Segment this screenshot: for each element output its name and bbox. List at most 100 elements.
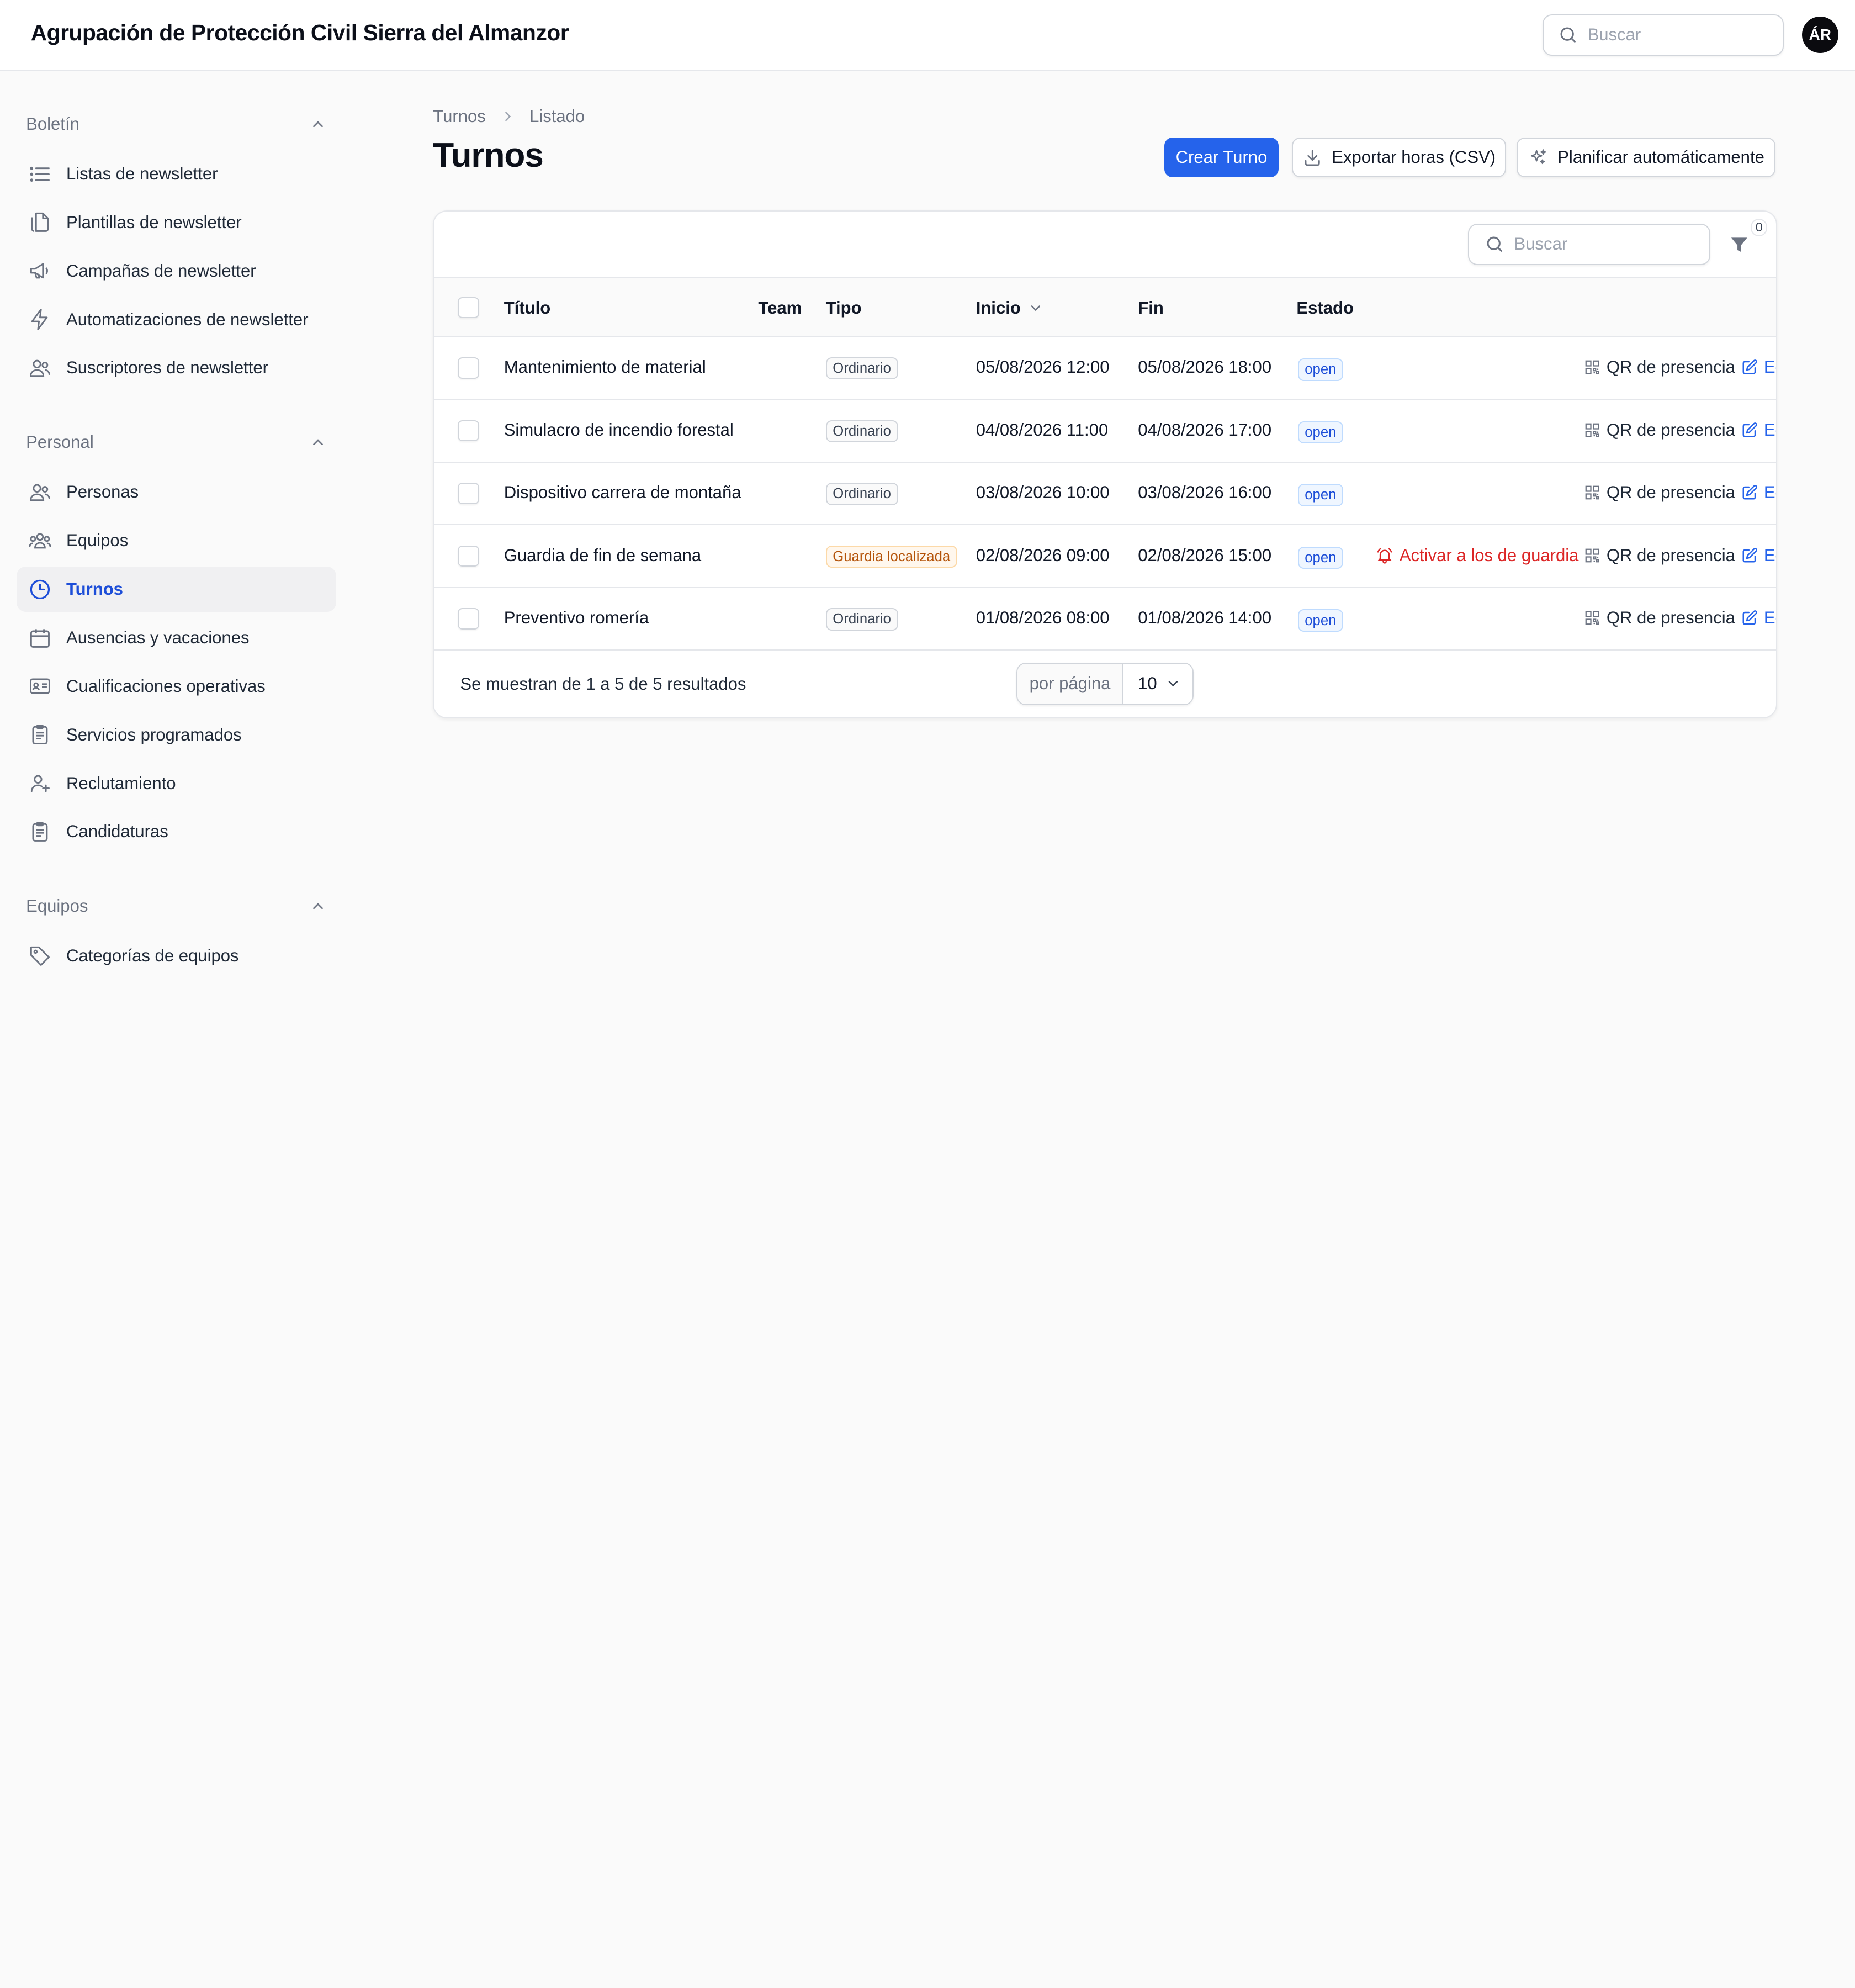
qr-attendance-label: QR de presencia	[1606, 420, 1735, 440]
per-page-value: 10	[1138, 674, 1157, 694]
nav-group-equipos[interactable]: Equipos	[26, 895, 326, 918]
edit-icon	[1742, 359, 1758, 374]
breadcrumb-current: Listado	[529, 106, 585, 126]
sidebar-item-label: Automatizaciones de newsletter	[66, 309, 309, 329]
qr-code-icon	[1585, 485, 1599, 500]
search-icon	[1487, 236, 1502, 252]
table-row[interactable]: Guardia de fin de semana Guardia localiza…	[434, 525, 1776, 588]
per-page-label: por página	[1017, 663, 1124, 704]
row-checkbox[interactable]	[458, 420, 479, 442]
qr-attendance-label: QR de presencia	[1606, 357, 1735, 377]
shift-title[interactable]: Preventivo romería	[504, 608, 649, 628]
column-header-titulo[interactable]: Título	[504, 298, 551, 318]
sidebar-item-ausencias[interactable]: Ausencias y vacaciones	[17, 615, 336, 660]
row-checkbox[interactable]	[458, 357, 479, 379]
shift-start: 04/08/2026 11:00	[976, 420, 1109, 440]
top-bar: Agrupación de Protección Civil Sierra de…	[0, 0, 1855, 71]
column-header-inicio[interactable]: Inicio	[976, 298, 1043, 318]
sparkles-icon	[1530, 149, 1546, 164]
sidebar-item-plantillas-newsletter[interactable]: Plantillas de newsletter	[17, 200, 336, 245]
qr-attendance-action[interactable]: QR de presencia	[1584, 357, 1735, 377]
status-badge: open	[1297, 609, 1344, 632]
qr-attendance-label: QR de presencia	[1606, 545, 1735, 565]
shift-title[interactable]: Simulacro de incendio forestal	[504, 420, 734, 440]
table-row[interactable]: Simulacro de incendio forestal Ordinario 0…	[434, 400, 1776, 463]
shift-type-badge: Ordinario	[825, 483, 898, 505]
global-search[interactable]	[1543, 14, 1784, 56]
edit-label: Ec	[1763, 420, 1776, 440]
chevron-up-icon	[313, 439, 324, 446]
edit-action[interactable]: Ec	[1741, 357, 1776, 377]
clipboard-icon	[27, 722, 53, 748]
global-search-input[interactable]	[1587, 25, 1765, 45]
edit-action[interactable]: Ec	[1741, 483, 1776, 503]
column-header-estado[interactable]: Estado	[1296, 298, 1354, 318]
sidebar-item-label: Personas	[66, 482, 139, 502]
export-hours-button[interactable]: Exportar horas (CSV)	[1291, 137, 1506, 178]
edit-action[interactable]: Ec	[1741, 608, 1776, 628]
table-header: Título Team Tipo Inicio Fin Estado	[434, 278, 1776, 337]
status-badge: open	[1297, 484, 1344, 506]
qr-attendance-action[interactable]: QR de presencia	[1584, 608, 1735, 628]
row-checkbox[interactable]	[458, 545, 479, 567]
search-icon	[1560, 27, 1576, 43]
shift-end: 03/08/2026 16:00	[1138, 483, 1272, 503]
edit-action[interactable]: Ec	[1741, 545, 1776, 565]
shift-title[interactable]: Dispositivo carrera de montaña	[504, 483, 741, 503]
qr-attendance-action[interactable]: QR de presencia	[1584, 546, 1735, 565]
shift-title[interactable]: Guardia de fin de semana	[504, 546, 701, 565]
clipboard-icon	[27, 819, 53, 845]
chevron-right-icon	[500, 109, 516, 124]
activate-on-call-label: Activar a los de guardia	[1399, 545, 1579, 565]
shift-title[interactable]: Mantenimiento de material	[504, 357, 706, 377]
shift-type-badge: Ordinario	[825, 608, 898, 631]
id-card-icon	[27, 673, 53, 699]
org-name: Agrupación de Protección Civil Sierra de…	[30, 20, 569, 46]
filter-button[interactable]	[1726, 233, 1752, 257]
qr-attendance-action[interactable]: QR de presencia	[1584, 420, 1735, 440]
sidebar-item-label: Plantillas de newsletter	[66, 212, 242, 232]
per-page-select[interactable]: 10	[1123, 663, 1192, 704]
edit-action[interactable]: Ec	[1741, 420, 1776, 440]
bolt-icon	[27, 306, 53, 332]
bell-alert-icon	[1377, 548, 1392, 564]
users-icon	[27, 479, 53, 505]
table-search[interactable]	[1468, 223, 1711, 265]
shifts-table-card: 0 Título Team Tipo Inicio Fin Estado Man…	[433, 210, 1777, 718]
sidebar-item-categorias-equipos[interactable]: Categorías de equipos	[17, 934, 336, 979]
table-row[interactable]: Preventivo romería Ordinario 01/08/2026 08…	[434, 588, 1776, 651]
sidebar-item-label: Categorías de equipos	[66, 946, 239, 966]
breadcrumb-link-turnos[interactable]: Turnos	[433, 107, 486, 126]
table-search-input[interactable]	[1514, 234, 1692, 255]
sidebar-item-listas-newsletter[interactable]: Listas de newsletter	[17, 151, 336, 196]
sidebar-item-reclutamiento[interactable]: Reclutamiento	[17, 761, 336, 806]
sidebar-item-turnos[interactable]: Turnos	[17, 567, 336, 612]
sidebar-item-candidaturas[interactable]: Candidaturas	[17, 810, 336, 854]
qr-attendance-action[interactable]: QR de presencia	[1584, 483, 1735, 503]
row-checkbox[interactable]	[458, 608, 479, 630]
create-shift-button[interactable]: Crear Turno	[1164, 137, 1279, 178]
sidebar-item-campanas-newsletter[interactable]: Campañas de newsletter	[17, 248, 336, 293]
sidebar-item-personas[interactable]: Personas	[17, 470, 336, 515]
select-all-checkbox[interactable]	[458, 297, 479, 319]
column-header-team[interactable]: Team	[758, 298, 802, 318]
sidebar-item-equipos[interactable]: Equipos	[17, 519, 336, 563]
sidebar-item-automatizaciones[interactable]: Automatizaciones de newsletter	[17, 297, 336, 342]
nav-group-personal[interactable]: Personal	[26, 431, 326, 454]
sidebar-item-label: Cualificaciones operativas	[66, 676, 266, 696]
nav-group-boletin[interactable]: Boletín	[26, 113, 326, 136]
sidebar-item-servicios[interactable]: Servicios programados	[17, 712, 336, 757]
row-checkbox[interactable]	[458, 483, 479, 504]
sidebar-item-cualificaciones[interactable]: Cualificaciones operativas	[17, 664, 336, 709]
column-header-fin[interactable]: Fin	[1138, 298, 1164, 318]
chevron-up-icon	[313, 121, 324, 128]
edit-label: Ec	[1763, 545, 1776, 565]
user-avatar[interactable]: ÁR	[1801, 17, 1838, 54]
table-row[interactable]: Dispositivo carrera de montaña Ordinario 0…	[434, 463, 1776, 526]
sidebar-item-suscriptores[interactable]: Suscriptores de newsletter	[17, 346, 336, 390]
column-header-tipo[interactable]: Tipo	[826, 298, 862, 318]
auto-plan-button[interactable]: Planificar automáticamente	[1517, 137, 1776, 178]
page-title: Turnos	[433, 136, 544, 175]
table-row[interactable]: Mantenimiento de material Ordinario 05/08/…	[434, 337, 1776, 400]
activate-on-call-action[interactable]: Activar a los de guardia	[1376, 546, 1578, 565]
